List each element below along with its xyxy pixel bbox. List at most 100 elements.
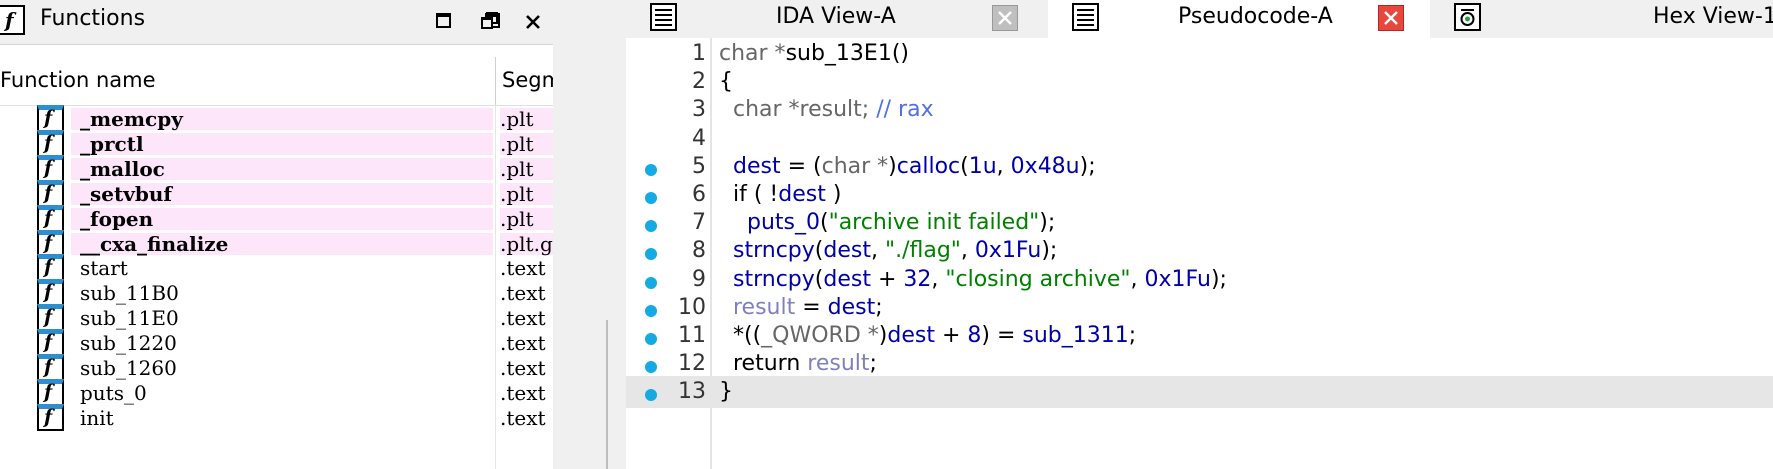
code-line[interactable]: 4 xyxy=(626,123,1773,155)
close-icon[interactable] xyxy=(520,9,546,35)
column-function-name[interactable]: Function name xyxy=(0,68,156,92)
function-row[interactable]: f puts_0 .text xyxy=(0,378,553,406)
breakpoint-dot-icon[interactable] xyxy=(645,361,657,374)
code-line[interactable]: 11 *((_QWORD *)dest + 8) = sub_1311; xyxy=(626,320,1773,352)
line-number: 3 xyxy=(692,97,706,123)
tab-bar: IDA View-A Pseudocode-A Hex View-1 xyxy=(626,0,1773,38)
function-row[interactable]: f _malloc .plt xyxy=(0,154,553,182)
breakpoint-dot-icon[interactable] xyxy=(645,333,657,345)
breakpoint-dot-icon[interactable] xyxy=(645,248,657,261)
code-text[interactable]: dest = (char *)calloc(1u, 0x48u); xyxy=(719,154,1096,179)
function-icon: f xyxy=(37,254,64,282)
function-segment: .text xyxy=(500,356,546,380)
tab-pseudocode[interactable]: Pseudocode-A xyxy=(1048,0,1430,38)
function-icon: f xyxy=(37,403,64,431)
code-text[interactable]: strncpy(dest, "./flag", 0x1Fu); xyxy=(719,238,1057,263)
function-row[interactable]: f sub_1220 .text xyxy=(0,329,553,357)
code-line[interactable]: 2{ xyxy=(626,66,1773,98)
code-line[interactable]: 10 result = dest; xyxy=(626,292,1773,324)
function-icon: f xyxy=(37,105,64,132)
function-segment: .text xyxy=(500,256,546,281)
code-text[interactable]: if ( !dest ) xyxy=(719,182,841,207)
functions-scrollbar[interactable] xyxy=(606,320,608,469)
function-row[interactable]: f start .text xyxy=(0,254,553,282)
code-line[interactable]: 13} xyxy=(626,376,1773,409)
line-number: 7 xyxy=(692,210,706,236)
code-line[interactable]: 6 if ( !dest ) xyxy=(626,179,1773,211)
function-segment: .text xyxy=(500,331,546,356)
function-name: puts_0 xyxy=(80,380,147,405)
code-line[interactable]: 1 char *sub_13E1() xyxy=(626,38,1773,70)
function-segment: .plt xyxy=(500,181,534,206)
breakpoint-dot-icon[interactable] xyxy=(645,276,657,289)
code-text[interactable]: } xyxy=(719,379,733,404)
tab-hex-view[interactable]: Hex View-1 xyxy=(1430,0,1773,38)
function-row[interactable]: f _prctl .plt xyxy=(0,129,553,157)
function-name: start xyxy=(80,256,128,281)
code-text[interactable]: strncpy(dest + 32, "closing archive", 0x… xyxy=(719,267,1227,292)
breakpoint-dot-icon[interactable] xyxy=(645,192,657,204)
functions-panel-title: Functions xyxy=(40,6,146,31)
line-number: 2 xyxy=(692,69,706,95)
code-line[interactable]: 9 strncpy(dest + 32, "closing archive", … xyxy=(626,264,1773,296)
function-row[interactable]: f sub_11B0 .text xyxy=(0,279,553,307)
line-number: 8 xyxy=(692,238,706,264)
function-segment: .text xyxy=(500,380,546,405)
line-number: 6 xyxy=(692,182,706,207)
function-name: sub_11E0 xyxy=(80,306,179,331)
code-text[interactable]: { xyxy=(719,69,733,94)
breakpoint-dot-icon[interactable] xyxy=(645,220,657,233)
function-row[interactable]: f _fopen .plt xyxy=(0,204,553,232)
breakpoint-dot-icon[interactable] xyxy=(645,163,657,176)
line-number: 9 xyxy=(692,266,706,292)
tab-pseudocode-close-icon[interactable] xyxy=(1378,5,1404,31)
function-row[interactable]: f _memcpy .plt xyxy=(0,105,553,132)
function-row[interactable]: f __cxa_finalize .plt.go xyxy=(0,229,553,257)
function-icon: f xyxy=(37,179,64,207)
tab-ida-view-label: IDA View-A xyxy=(776,4,896,29)
function-icon: f xyxy=(37,204,64,232)
function-name: sub_11B0 xyxy=(80,281,179,306)
line-number: 11 xyxy=(678,323,706,348)
code-line[interactable]: 5 dest = (char *)calloc(1u, 0x48u); xyxy=(626,151,1773,183)
pseudocode-view[interactable]: 1 char *sub_13E1() 2{3 char *result; // ra… xyxy=(626,38,1773,469)
function-name: _fopen xyxy=(80,206,154,231)
restore-icon[interactable] xyxy=(478,9,504,35)
function-name: _prctl xyxy=(80,131,144,156)
functions-table-header: Function name Segmen xyxy=(0,57,553,106)
line-number: 5 xyxy=(692,153,706,179)
code-text[interactable]: char *result; // rax xyxy=(719,97,934,122)
function-icon: f xyxy=(37,304,64,332)
line-number: 13 xyxy=(678,379,706,405)
code-line[interactable]: 7 puts_0("archive init failed"); xyxy=(626,207,1773,239)
code-text[interactable]: char *sub_13E1() xyxy=(719,41,909,66)
code-line[interactable]: 8 strncpy(dest, "./flag", 0x1Fu); xyxy=(626,235,1773,267)
breakpoint-dot-icon[interactable] xyxy=(645,389,657,402)
function-icon: f xyxy=(37,354,64,381)
tab-ida-view-close-icon[interactable] xyxy=(992,5,1018,31)
function-segment: .plt xyxy=(500,107,534,131)
tab-pseudocode-label: Pseudocode-A xyxy=(1178,4,1333,29)
code-text[interactable]: *((_QWORD *)dest + 8) = sub_1311; xyxy=(719,323,1136,348)
line-number: 4 xyxy=(692,125,706,151)
code-line[interactable]: 3 char *result; // rax xyxy=(626,94,1773,126)
maximize-button[interactable] xyxy=(432,9,458,35)
function-row[interactable]: f _setvbuf .plt xyxy=(0,179,553,207)
function-name: _malloc xyxy=(80,156,165,181)
function-segment: .plt.go xyxy=(500,231,553,256)
column-segment[interactable]: Segmen xyxy=(502,68,553,92)
function-row[interactable]: f sub_11E0 .text xyxy=(0,304,553,332)
line-number: 10 xyxy=(678,294,706,320)
code-text[interactable]: puts_0("archive init failed"); xyxy=(719,210,1055,235)
function-icon: f xyxy=(37,279,64,307)
code-text[interactable]: result = dest; xyxy=(719,295,883,320)
function-segment: .text xyxy=(500,306,546,331)
breakpoint-dot-icon[interactable] xyxy=(645,304,657,317)
code-text[interactable]: return result; xyxy=(719,351,877,376)
functions-panel: f Functions Function name Segmen f _memcp… xyxy=(0,0,553,469)
function-row[interactable]: f init .text xyxy=(0,403,553,431)
tab-ida-view[interactable]: IDA View-A xyxy=(626,0,1026,38)
function-name: _memcpy xyxy=(80,107,183,131)
code-line[interactable]: 12 return result; xyxy=(626,348,1773,380)
function-row[interactable]: f sub_1260 .text xyxy=(0,354,553,381)
